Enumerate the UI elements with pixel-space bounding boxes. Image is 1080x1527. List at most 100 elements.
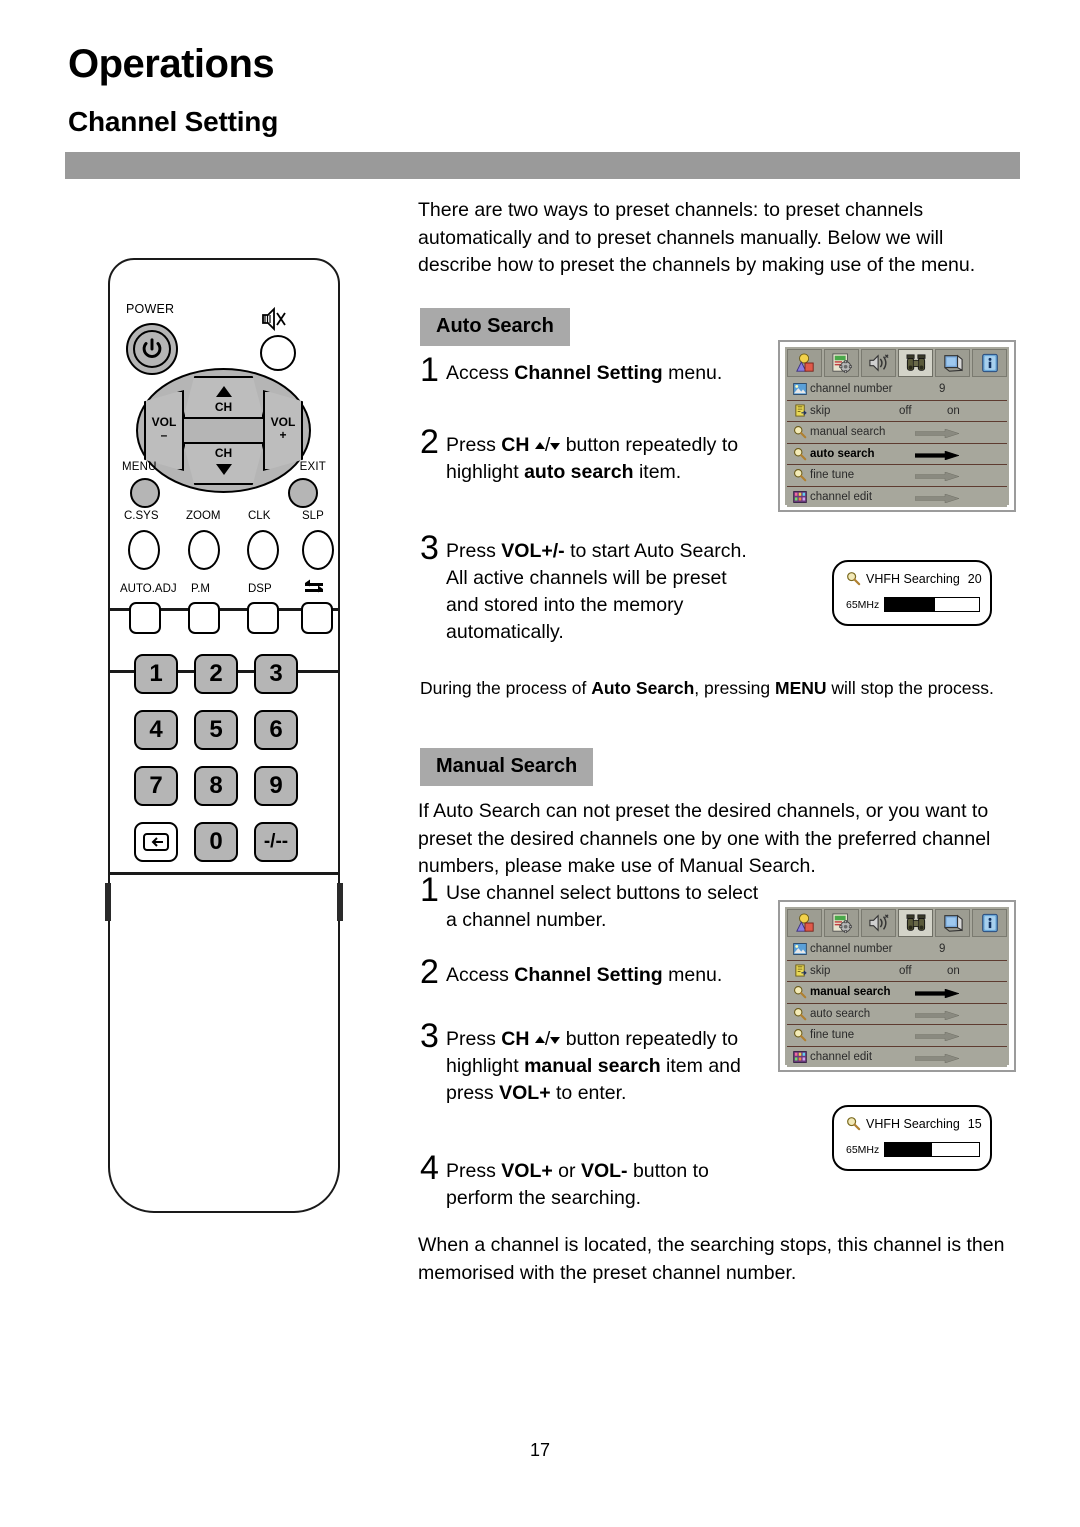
exit-label: EXIT (299, 461, 326, 473)
intro-paragraph: There are two ways to preset channels: t… (418, 199, 976, 276)
key-dash[interactable]: -/-- (254, 822, 298, 862)
key-2[interactable]: 2 (194, 654, 238, 694)
power-icon (142, 338, 162, 358)
pm-label: P.M (191, 583, 210, 595)
search-status-channel: 15 (967, 1116, 982, 1131)
osd-row-channel-edit[interactable]: channel edit (787, 1045, 1007, 1067)
row-arrow-icon (915, 1032, 959, 1041)
osd-row-option-on[interactable]: on (947, 405, 960, 417)
osd-row-skip[interactable]: skip off on (787, 959, 1007, 981)
zoom-button[interactable] (188, 530, 220, 570)
section-title: Channel Setting (68, 106, 279, 137)
osd-row-label: manual search (810, 986, 891, 999)
exit-button[interactable] (288, 478, 318, 508)
step-number: 1 (420, 351, 439, 389)
manual-page: Operations Channel Setting POWER CH CH V… (0, 0, 1080, 1527)
info-tab[interactable] (972, 349, 1007, 377)
key-3[interactable]: 3 (254, 654, 298, 694)
auto-search-heading: Auto Search (420, 308, 570, 346)
picture-tab[interactable] (787, 349, 822, 377)
colored-shapes-icon (794, 913, 816, 933)
key-9[interactable]: 9 (254, 766, 298, 806)
picture-tab[interactable] (787, 909, 822, 937)
step-text: Access Channel Setting menu. (446, 964, 723, 986)
page-number: 17 (529, 1440, 551, 1460)
channel-tab[interactable] (898, 349, 933, 377)
osd-row-manual-search[interactable]: manual search (787, 421, 1007, 443)
osd-row-skip[interactable]: skip off on (787, 399, 1007, 421)
ch-up-label: CH (214, 400, 233, 414)
setup-tab[interactable] (824, 349, 859, 377)
setup-tab[interactable] (824, 909, 859, 937)
dpad-cluster: CH CH VOL – VOL + (136, 368, 311, 493)
mute-icon (262, 306, 286, 332)
csys-label: C.SYS (124, 510, 159, 522)
osd-row-label: manual search (810, 426, 886, 439)
step-text: Press CH / button repeatedly to highligh… (446, 434, 739, 483)
sound-tab[interactable] (861, 909, 896, 937)
key-5[interactable]: 5 (194, 710, 238, 750)
osd-row-channel-number[interactable]: channel number 9 (787, 378, 1007, 400)
pm-button[interactable] (188, 602, 220, 634)
osd-row-fine-tune[interactable]: fine tune (787, 1024, 1007, 1046)
clk-button[interactable] (247, 530, 279, 570)
osd-row-label: auto search (810, 1007, 871, 1020)
step-text: Press CH / button repeatedly to highligh… (446, 1028, 741, 1104)
key-6[interactable]: 6 (254, 710, 298, 750)
step-number: 4 (420, 1149, 439, 1187)
key-4[interactable]: 4 (134, 710, 178, 750)
auto-step-2: 2 Press CH / button repeatedly to highli… (420, 425, 750, 486)
gear-icon (831, 353, 853, 373)
manual-step-4: 4 Press VOL+ or VOL- button to perform t… (420, 1151, 760, 1212)
mute-button[interactable] (260, 335, 296, 371)
osd-row-fine-tune[interactable]: fine tune (787, 464, 1007, 486)
step-number: 2 (420, 423, 439, 461)
display-tab[interactable] (935, 909, 970, 937)
key-1[interactable]: 1 (134, 654, 178, 694)
info-tab[interactable] (972, 909, 1007, 937)
row-arrow-icon (915, 1053, 959, 1063)
channel-tab[interactable] (898, 909, 933, 937)
osd-row-option-on[interactable]: on (947, 965, 960, 977)
osd-row-channel-edit[interactable]: channel edit (787, 485, 1007, 507)
manual-search-intro: If Auto Search can not preset the desire… (418, 800, 991, 877)
picture-icon (790, 942, 810, 955)
skip-icon (790, 964, 810, 977)
display-tab[interactable] (935, 349, 970, 377)
magnifier-icon (790, 447, 810, 461)
magnifier-icon (847, 572, 861, 586)
dsp-label: DSP (248, 583, 272, 595)
osd-row-auto-search[interactable]: auto search (787, 1002, 1007, 1024)
key-8[interactable]: 8 (194, 766, 238, 806)
slp-button[interactable] (302, 530, 334, 570)
speaker-icon (868, 353, 890, 373)
swap-button[interactable] (301, 602, 333, 634)
remote-side-notch (105, 883, 111, 921)
menu-button[interactable] (130, 478, 160, 508)
osd-inner: channel number 9 skip off on manual search aut… (785, 347, 1009, 507)
key-7[interactable]: 7 (134, 766, 178, 806)
osd-row-channel-number[interactable]: channel number 9 (787, 938, 1007, 960)
search-progress-row: 65MHz (846, 1142, 981, 1157)
dsp-button[interactable] (247, 602, 279, 634)
step-number: 2 (420, 953, 439, 991)
osd-row-label: auto search (810, 447, 875, 460)
grid-icon (790, 1050, 810, 1063)
osd-row-option-off[interactable]: off (899, 405, 912, 417)
osd-row-auto-search[interactable]: auto search (787, 442, 1007, 464)
gear-icon (831, 913, 853, 933)
search-status-label: VHFH Searching (866, 1116, 960, 1131)
row-arrow-icon (915, 1010, 959, 1020)
auto-adj-button[interactable] (129, 602, 161, 634)
key-0[interactable]: 0 (194, 822, 238, 862)
vol-down-label-top: VOL (151, 415, 177, 429)
menu-label: MENU (122, 461, 157, 473)
osd-row-manual-search[interactable]: manual search (787, 981, 1007, 1003)
sound-tab[interactable] (861, 349, 896, 377)
osd-menu-auto-search: channel number 9 skip off on manual search aut… (778, 340, 1016, 512)
csys-button[interactable] (128, 530, 160, 570)
osd-row-list: channel number 9 skip off on manual search aut… (785, 937, 1009, 1069)
search-status-label: VHFH Searching (866, 571, 960, 586)
key-input[interactable] (134, 822, 178, 862)
osd-row-option-off[interactable]: off (899, 965, 912, 977)
